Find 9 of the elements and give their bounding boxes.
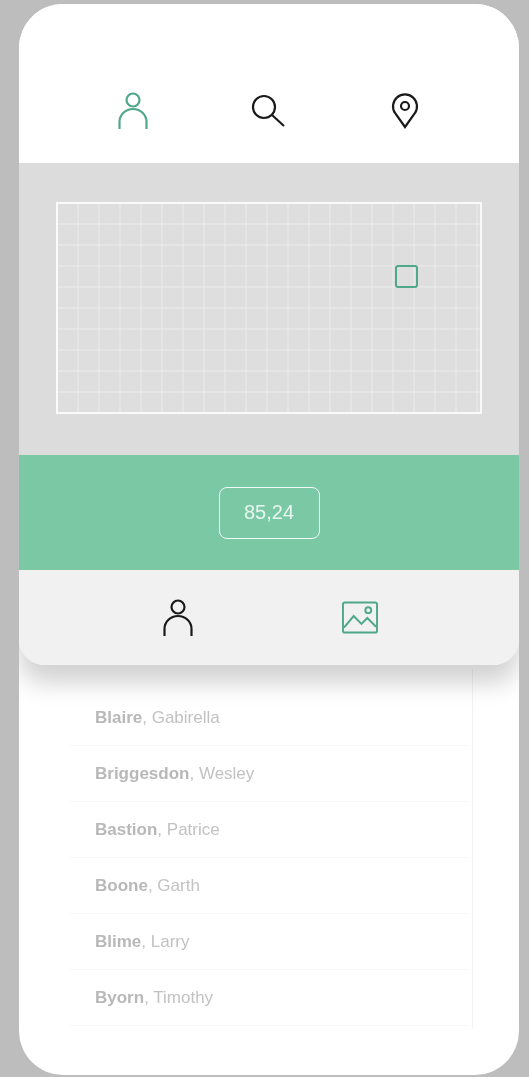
contact-name[interactable]: Blaire, Gabirella bbox=[95, 707, 220, 728]
value-display: 85,24 bbox=[218, 486, 320, 539]
location-marker[interactable] bbox=[395, 265, 418, 288]
contact-name[interactable]: Briggesdon, Wesley bbox=[95, 763, 255, 784]
person-tab[interactable] bbox=[160, 597, 196, 638]
contact-name[interactable]: Bastion, Patrice bbox=[95, 819, 220, 840]
contact-name[interactable]: Boone, Garth bbox=[95, 875, 200, 896]
contact-name[interactable]: Blime, Larry bbox=[95, 931, 190, 952]
contact-name[interactable]: Byorn, Timothy bbox=[95, 987, 214, 1008]
